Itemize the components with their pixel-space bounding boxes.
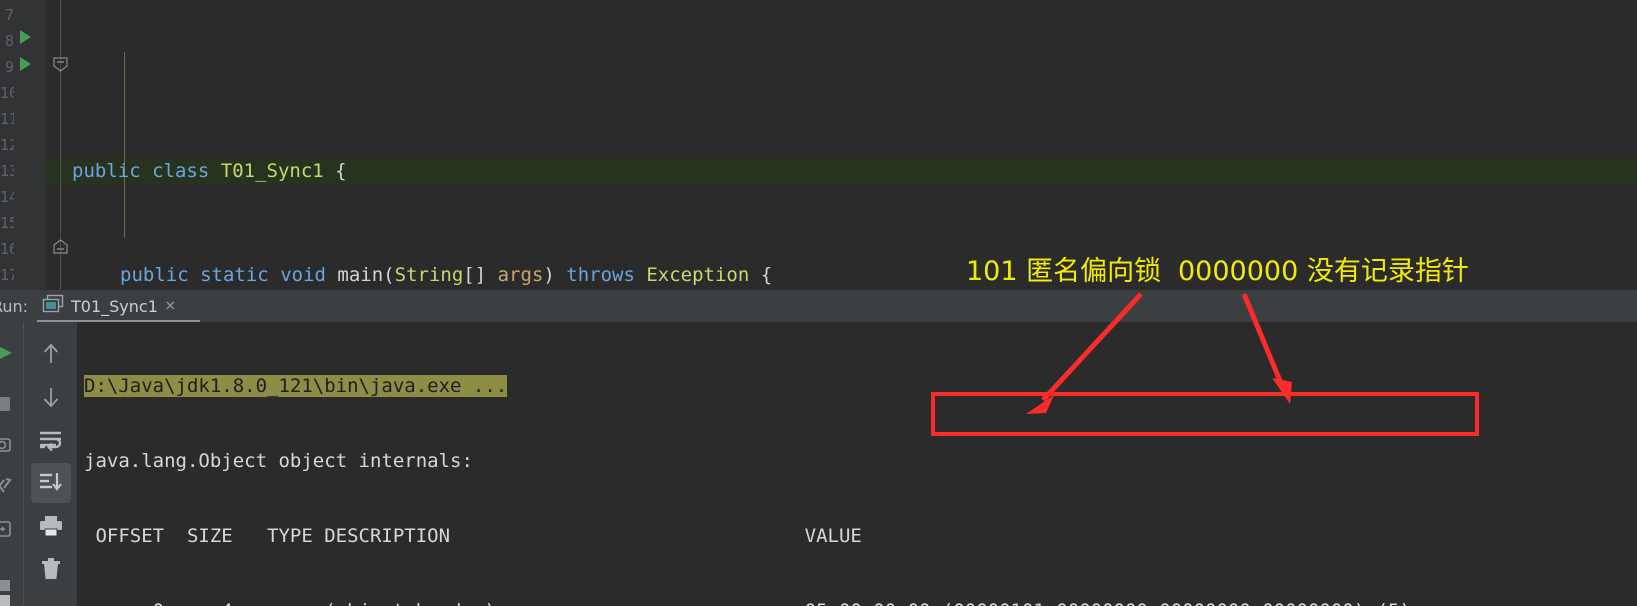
editor-gutter[interactable]: 7 8 9 10 11 12 13 14 15 16 17	[0, 0, 46, 290]
up-arrow-icon[interactable]	[31, 334, 71, 374]
run-method-gutter-icon[interactable]	[20, 57, 31, 71]
line-number: 7	[4, 6, 14, 24]
line-number: 13	[0, 162, 14, 180]
rerun-icon[interactable]	[0, 344, 16, 366]
token-class-name: T01_Sync1	[220, 160, 324, 182]
token-brace-open: {	[760, 264, 773, 286]
token-class: class	[152, 160, 210, 182]
console-text: D:\Java\jdk1.8.0_121\bin\java.exe ... ja…	[84, 324, 1637, 606]
dump-threads-icon[interactable]	[0, 434, 14, 460]
console-toolbar[interactable]	[23, 322, 77, 606]
run-actions-strip[interactable]	[0, 322, 22, 606]
run-tool-window[interactable]: Run: T01_Sync1 ×	[0, 290, 1637, 606]
line-number: 9	[4, 58, 14, 76]
console-header-row: OFFSET SIZE TYPE DESCRIPTION VALUE	[84, 525, 862, 547]
rerun-failed-icon[interactable]	[0, 474, 14, 500]
token-main: main	[337, 264, 384, 286]
line-number: 15	[0, 214, 14, 232]
console-row-offset-0: 0 4 (object header) 05 00 00 00 (0000010…	[84, 599, 1637, 606]
close-icon[interactable]: ×	[165, 297, 176, 315]
java-command-path: D:\Java\jdk1.8.0_121\bin\java.exe ...	[84, 375, 508, 397]
run-configuration-icon	[42, 294, 64, 318]
soft-wrap-icon[interactable]	[31, 420, 71, 460]
run-tab-T01_Sync1[interactable]: T01_Sync1 ×	[38, 290, 180, 322]
stop-icon[interactable]	[0, 394, 14, 418]
token-throws: throws	[566, 264, 635, 286]
line-number: 17	[0, 266, 14, 284]
token-brace-open: {	[335, 160, 347, 182]
line-number: 16	[0, 240, 14, 258]
editor-text-area[interactable]: public class T01_Sync1 { public static v…	[46, 0, 1637, 494]
line-number: 8	[4, 32, 14, 50]
print-icon[interactable]	[31, 506, 71, 546]
token-String: String	[394, 264, 464, 286]
restore-layout-icon[interactable]	[0, 518, 14, 544]
token-static: static	[200, 264, 269, 286]
ide-window: 7 8 9 10 11 12 13 14 15 16 17 public cla…	[0, 0, 1637, 606]
token-Exception: Exception	[646, 264, 750, 286]
run-tab-label: T01_Sync1	[71, 296, 158, 316]
token-void: void	[280, 264, 326, 286]
console-output[interactable]: D:\Java\jdk1.8.0_121\bin\java.exe ... ja…	[77, 322, 1637, 606]
line-number: 11	[0, 110, 14, 128]
trash-icon[interactable]	[31, 549, 71, 589]
console-line: java.lang.Object object internals:	[84, 450, 473, 472]
line-number: 10	[0, 84, 14, 102]
line-number: 14	[0, 188, 14, 206]
line-number-column: 7 8 9 10 11 12 13 14 15 16 17	[0, 0, 14, 290]
settings-icon[interactable]	[0, 578, 18, 606]
run-window-label: Run:	[0, 297, 29, 316]
code-line-8: public class T01_Sync1 {	[46, 158, 1637, 184]
annotation-label-pointer-bits: 0000000 没有记录指针	[1178, 256, 1469, 287]
run-tab-bar[interactable]: Run: T01_Sync1 ×	[0, 290, 1637, 323]
code-editor[interactable]: 7 8 9 10 11 12 13 14 15 16 17 public cla…	[0, 0, 1637, 494]
line-number: 12	[0, 136, 14, 154]
token-args: args	[497, 264, 544, 286]
annotation-label-bias-bits: 101 匿名偏向锁	[966, 256, 1162, 287]
token-public: public	[120, 264, 189, 286]
scroll-to-end-icon[interactable]	[30, 463, 71, 503]
down-arrow-icon[interactable]	[31, 377, 71, 417]
console-command-line[interactable]: D:\Java\jdk1.8.0_121\bin\java.exe ...	[84, 374, 1637, 399]
run-class-gutter-icon[interactable]	[20, 30, 31, 44]
token-public: public	[72, 160, 141, 182]
